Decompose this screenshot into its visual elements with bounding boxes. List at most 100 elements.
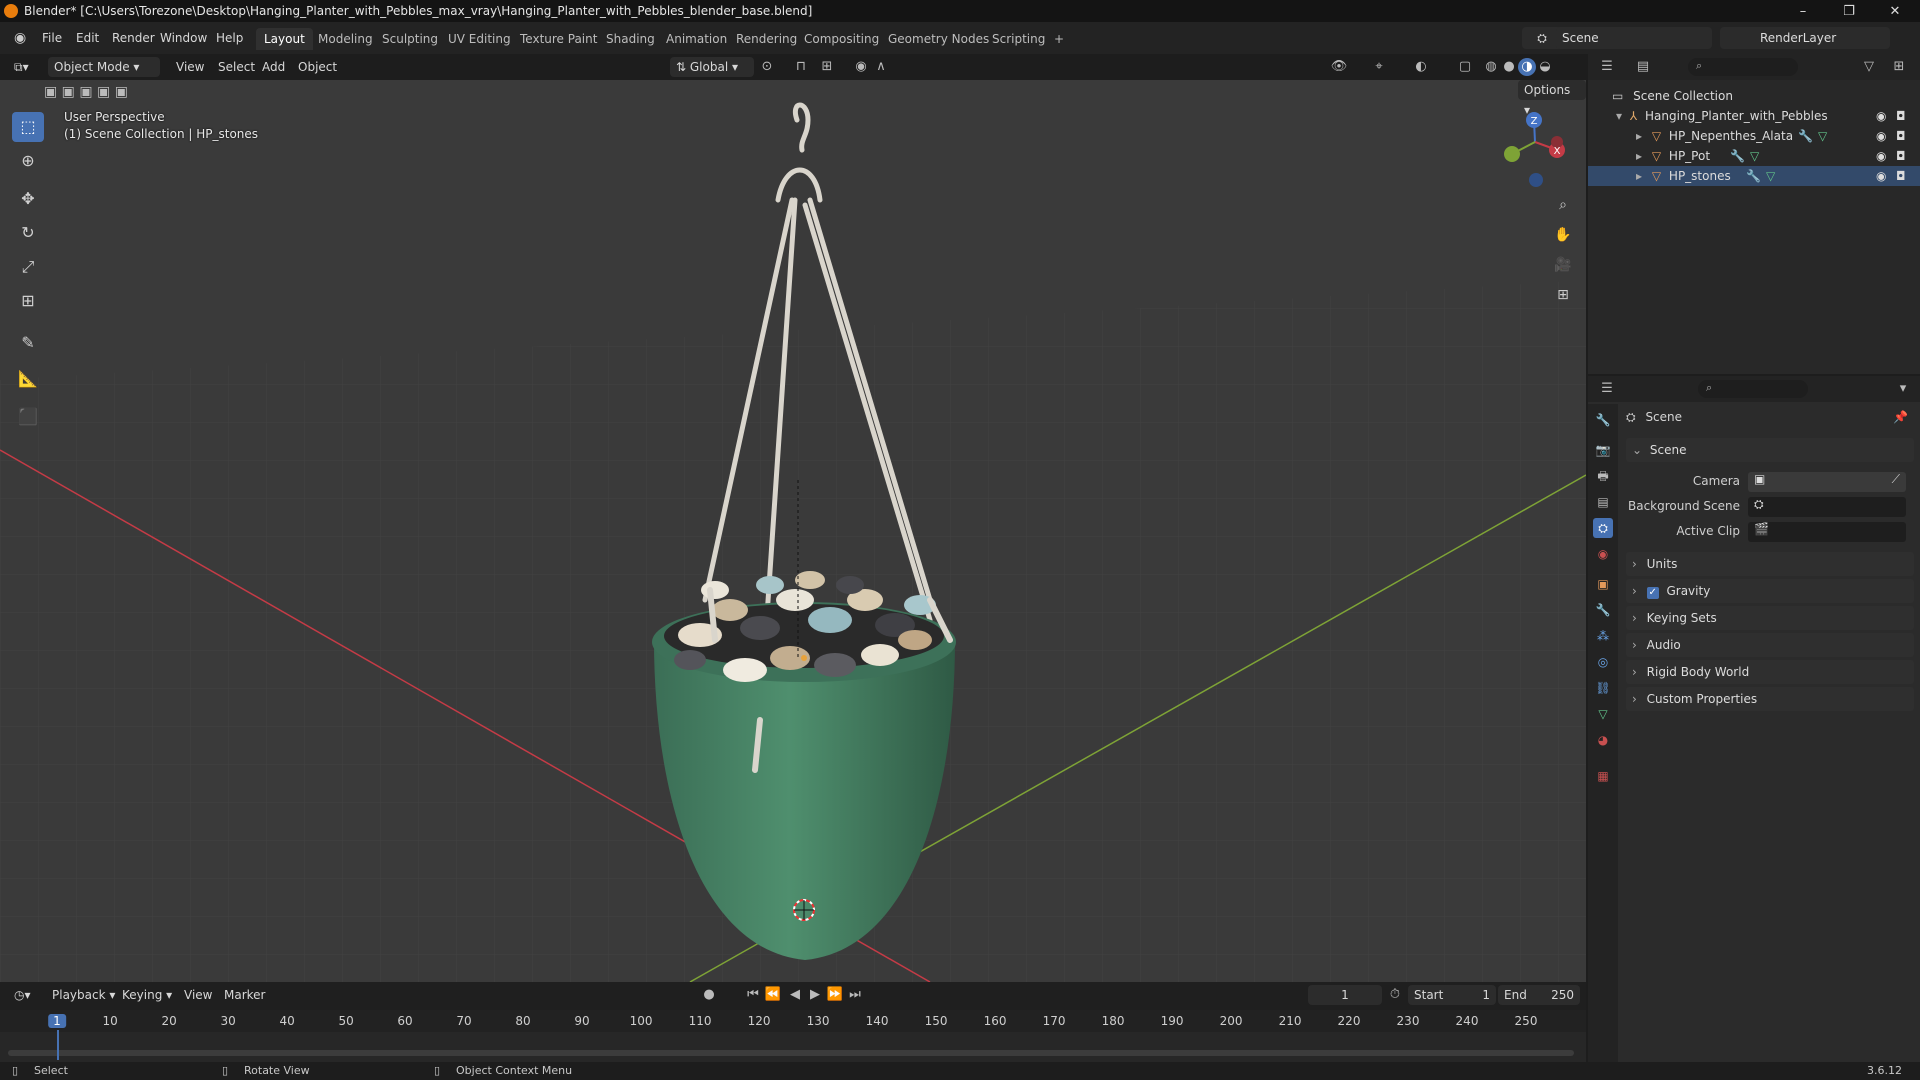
tool-rotate-icon[interactable]: ↻	[12, 218, 44, 248]
menu-file[interactable]: File	[34, 28, 70, 48]
pivot-icon[interactable]: ⊙	[758, 58, 776, 76]
particles-tab-icon[interactable]: ⁂	[1593, 626, 1613, 646]
render-camera-icon[interactable]: ◘	[1896, 146, 1906, 166]
menu-window[interactable]: Window	[152, 28, 215, 48]
frame-ruler[interactable]: 1 10 20 30 40 50 60 70 80 90 100 110 120 130 140 150 160…	[0, 1010, 1586, 1032]
menu-keying[interactable]: Keying ▾	[116, 985, 178, 1005]
tool-add-cube-icon[interactable]: ⬛	[12, 402, 44, 432]
clock-icon[interactable]: ⏱	[1386, 986, 1404, 1004]
timeline-editor-icon[interactable]: ◷▾	[8, 985, 37, 1005]
close-button[interactable]: ✕	[1872, 0, 1918, 22]
wireframe-shading-icon[interactable]: ◍	[1482, 58, 1500, 76]
start-frame-field[interactable]: Start 1	[1408, 985, 1496, 1005]
properties-search-input[interactable]: ⌕	[1698, 380, 1808, 398]
xray-icon[interactable]: ▢	[1456, 58, 1474, 76]
properties-options-icon[interactable]: ▾	[1894, 380, 1912, 398]
3d-viewport[interactable]: Z X User Perspective (1) Scene Collectio…	[0, 80, 1586, 982]
active-clip-field[interactable]: 🎬	[1748, 522, 1906, 542]
camera-view-icon[interactable]: 🎥	[1550, 252, 1576, 278]
gizmo-toggle-icon[interactable]: ⌖	[1370, 58, 1388, 76]
rendered-shading-icon[interactable]: ◒	[1536, 58, 1554, 76]
timeline-area[interactable]: 1 10 20 30 40 50 60 70 80 90 100 110 120 130 140 150 160…	[0, 1010, 1586, 1062]
orientation-selector[interactable]: ⇅ Global ▾	[670, 57, 754, 77]
editor-type-icon[interactable]: ⧉▾	[8, 57, 35, 77]
view-layer-tab-icon[interactable]: ▤	[1593, 492, 1613, 512]
background-scene-field[interactable]: ⛭	[1748, 497, 1906, 517]
tab-scripting[interactable]: Scripting	[984, 28, 1053, 50]
render-camera-icon[interactable]: ◘	[1896, 166, 1906, 186]
outliner-row-object-selected[interactable]: ▸ ▽ HP_stones 🔧 ▽ ◉ ◘	[1588, 166, 1920, 186]
mesh-data-icon[interactable]: ▽	[1766, 166, 1775, 186]
menu-add[interactable]: Add	[256, 57, 291, 77]
keying-sets-panel-header[interactable]: › Keying Sets	[1626, 606, 1914, 630]
material-shading-icon[interactable]: ◑	[1518, 58, 1536, 76]
outliner-row-object[interactable]: ▸ ▽ HP_Nepenthes_Alata 🔧 ▽ ◉ ◘	[1588, 126, 1920, 146]
3d-cursor[interactable]	[793, 899, 815, 921]
outliner-search-input[interactable]: ⌕	[1688, 58, 1798, 76]
render-camera-icon[interactable]: ◘	[1896, 106, 1906, 126]
tool-tab-icon[interactable]: 🔧	[1593, 410, 1613, 430]
playhead-frame[interactable]: 1	[48, 1014, 66, 1028]
solid-shading-icon[interactable]: ●	[1500, 58, 1518, 76]
expand-icon[interactable]: ▾	[1588, 109, 1622, 123]
visibility-icon[interactable]: ◉	[1876, 146, 1886, 166]
modifier-tab-icon[interactable]: 🔧	[1593, 600, 1613, 620]
record-icon[interactable]: ●	[700, 986, 718, 1004]
tab-animation[interactable]: Animation	[658, 28, 735, 50]
play-reverse-icon[interactable]: ◀	[786, 986, 804, 1004]
tab-sculpting[interactable]: Sculpting	[374, 28, 446, 50]
tool-transform-icon[interactable]: ⊞	[12, 286, 44, 316]
expand-icon[interactable]: ▸	[1588, 169, 1642, 183]
constraints-tab-icon[interactable]: ⛓	[1593, 678, 1613, 698]
tool-select-boxes[interactable]: ▣ ▣ ▣ ▣ ▣	[44, 80, 144, 104]
visibility-icon[interactable]: ◉	[1876, 106, 1886, 126]
visibility-icon[interactable]: ◉	[1876, 126, 1886, 146]
tab-geometry-nodes[interactable]: Geometry Nodes	[880, 28, 997, 50]
modifier-icon[interactable]: 🔧	[1746, 166, 1761, 186]
falloff-icon[interactable]: ∧	[872, 58, 890, 76]
menu-timeline-view[interactable]: View	[178, 985, 218, 1005]
tool-measure-icon[interactable]: 📐	[12, 364, 44, 394]
tab-texture-paint[interactable]: Texture Paint	[512, 28, 605, 50]
custom-properties-panel-header[interactable]: › Custom Properties	[1626, 687, 1914, 711]
outliner-editor-icon[interactable]: ☰	[1598, 58, 1616, 76]
new-collection-icon[interactable]: ⊞	[1890, 58, 1908, 76]
tool-cursor-icon[interactable]: ⊕	[12, 146, 44, 176]
gravity-checkbox[interactable]: ✓	[1646, 587, 1659, 599]
visibility-icon[interactable]: 👁	[1330, 58, 1348, 76]
modifier-icon[interactable]: 🔧	[1730, 146, 1745, 166]
camera-field[interactable]: ▣ ⟋	[1748, 472, 1906, 492]
snap-target-icon[interactable]: ⊞	[818, 58, 836, 76]
menu-help[interactable]: Help	[208, 28, 251, 48]
jump-end-icon[interactable]: ⏭	[846, 986, 864, 1004]
material-tab-icon[interactable]: ◕	[1593, 730, 1613, 750]
menu-playback[interactable]: Playback ▾	[46, 985, 121, 1005]
properties-editor-icon[interactable]: ☰	[1598, 380, 1616, 398]
menu-edit[interactable]: Edit	[68, 28, 107, 48]
tool-scale-icon[interactable]: ⤢	[12, 252, 44, 282]
maximize-button[interactable]: ❐	[1826, 0, 1872, 22]
tab-shading[interactable]: Shading	[598, 28, 663, 50]
gravity-panel-header[interactable]: › ✓ Gravity	[1626, 579, 1914, 603]
overlay-icon[interactable]: ◐	[1412, 58, 1430, 76]
visibility-icon[interactable]: ◉	[1876, 166, 1886, 186]
blender-menu-icon[interactable]: ◉	[6, 28, 34, 48]
outliner-row-collection[interactable]: ▾ ⅄ Hanging_Planter_with_Pebbles ◉ ◘	[1588, 106, 1920, 126]
tool-select-box-icon[interactable]: ⬚	[12, 112, 44, 142]
tab-layout[interactable]: Layout	[256, 28, 313, 50]
display-mode-icon[interactable]: ▤	[1634, 58, 1652, 76]
view-layer-selector[interactable]: RenderLayer	[1720, 27, 1890, 49]
menu-object[interactable]: Object	[292, 57, 343, 77]
tab-rendering[interactable]: Rendering	[728, 28, 805, 50]
current-frame-field[interactable]: 1	[1308, 985, 1382, 1005]
tab-uv-editing[interactable]: UV Editing	[440, 28, 519, 50]
next-keyframe-icon[interactable]: ⏩	[826, 986, 844, 1004]
timeline-scrollbar[interactable]	[8, 1050, 1574, 1056]
render-tab-icon[interactable]: 📷	[1593, 440, 1613, 460]
pan-hand-icon[interactable]: ✋	[1550, 222, 1576, 248]
rigid-body-world-panel-header[interactable]: › Rigid Body World	[1626, 660, 1914, 684]
tab-modeling[interactable]: Modeling	[310, 28, 381, 50]
proportional-edit-icon[interactable]: ◉	[852, 58, 870, 76]
jump-start-icon[interactable]: ⏮	[744, 986, 762, 1004]
minimize-button[interactable]: –	[1780, 0, 1826, 22]
